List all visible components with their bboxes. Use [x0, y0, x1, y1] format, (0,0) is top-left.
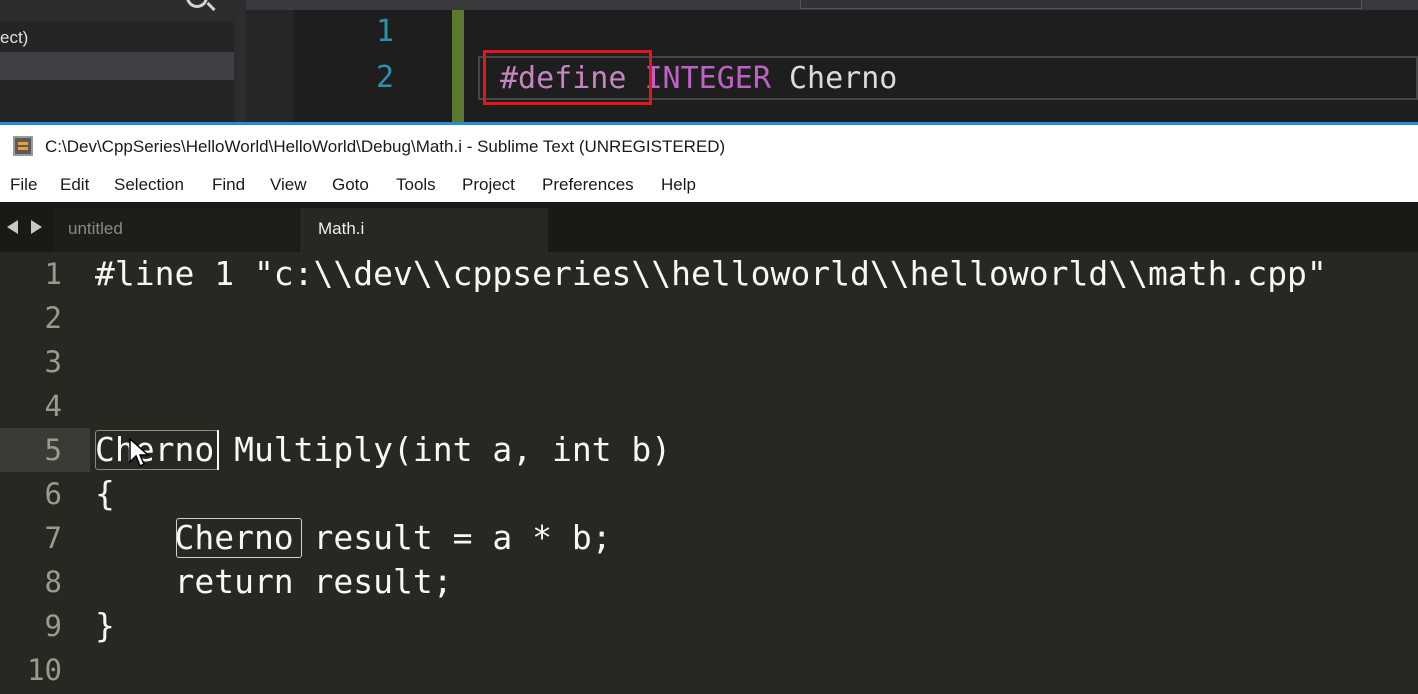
word-match-box — [176, 518, 302, 558]
line-number: 7 — [44, 521, 62, 555]
sublime-app-icon[interactable] — [13, 136, 33, 156]
line-number: 6 — [44, 477, 62, 511]
code-line[interactable]: #line 1 "c:\\dev\\cppseries\\helloworld\… — [95, 252, 1327, 296]
macro-value: Cherno — [789, 61, 898, 96]
line-number: 1 — [44, 257, 62, 291]
solution-explorer-panel: ect) — [0, 0, 234, 122]
visual-studio-window: ect) 1 2 #define INTEGER Cherno — [0, 0, 1418, 122]
line-number: 8 — [44, 565, 62, 599]
line-number: 5 — [44, 433, 62, 467]
solution-tree-selected-row[interactable] — [0, 52, 234, 80]
tab-label: Math.i — [318, 219, 365, 238]
line-number: 2 — [44, 301, 62, 335]
macro-name: INTEGER — [644, 61, 771, 96]
editor-gutter — [246, 10, 294, 122]
menu-goto[interactable]: Goto — [332, 175, 369, 195]
menu-find[interactable]: Find — [212, 175, 245, 195]
code-line[interactable]: { — [95, 472, 115, 516]
change-indicator-bar — [452, 10, 464, 122]
tab-math-i[interactable]: Math.i — [300, 208, 548, 252]
line-number: 1 — [375, 14, 394, 49]
title-bar[interactable]: C:\Dev\CppSeries\HelloWorld\HelloWorld\D… — [0, 122, 1418, 170]
scope-dropdown[interactable] — [800, 0, 1362, 9]
sublime-text-window: C:\Dev\CppSeries\HelloWorld\HelloWorld\D… — [0, 122, 1418, 694]
line-number: 9 — [44, 609, 62, 643]
menu-bar: File Edit Selection Find View Goto Tools… — [0, 170, 1418, 202]
panel-splitter[interactable] — [234, 0, 246, 122]
tab-untitled[interactable]: untitled — [54, 208, 298, 252]
line-number: 3 — [44, 345, 62, 379]
line-number: 10 — [27, 653, 62, 687]
menu-tools[interactable]: Tools — [396, 175, 436, 195]
word-highlight-box — [95, 430, 218, 470]
tab-scroll-left-icon[interactable] — [7, 220, 18, 234]
solution-tree-item[interactable]: ect) — [0, 28, 28, 48]
tab-bar: untitled Math.i — [0, 202, 1418, 252]
code-line[interactable]: } — [95, 604, 115, 648]
highlight-annotation-box — [483, 50, 652, 105]
menu-file[interactable]: File — [10, 175, 37, 195]
menu-edit[interactable]: Edit — [60, 175, 89, 195]
code-line[interactable]: return result; — [95, 560, 452, 604]
menu-selection[interactable]: Selection — [114, 175, 184, 195]
code-editor[interactable]: 1 2 3 4 5 6 7 8 9 10 #line 1 "c:\\dev\\c… — [0, 252, 1418, 694]
menu-view[interactable]: View — [270, 175, 307, 195]
text-caret — [217, 430, 219, 470]
line-number: 2 — [375, 60, 394, 95]
code-line[interactable]: Cherno result = a * b; — [95, 516, 611, 560]
menu-help[interactable]: Help — [661, 175, 696, 195]
window-title: C:\Dev\CppSeries\HelloWorld\HelloWorld\D… — [45, 137, 726, 156]
tab-scroll-right-icon[interactable] — [31, 220, 42, 234]
tab-label: untitled — [68, 219, 123, 238]
line-number: 4 — [44, 389, 62, 423]
menu-preferences[interactable]: Preferences — [542, 175, 634, 195]
menu-project[interactable]: Project — [462, 175, 515, 195]
mouse-pointer-icon — [129, 438, 150, 468]
